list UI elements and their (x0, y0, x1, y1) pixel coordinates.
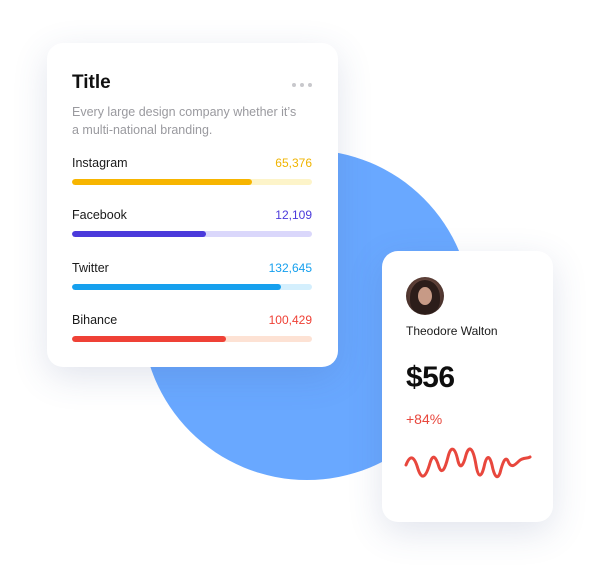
user-name: Theodore Walton (406, 324, 498, 338)
progress-track (72, 231, 312, 237)
stat-bihance: Bihance 100,429 (72, 313, 312, 342)
stat-label: Twitter (72, 261, 109, 275)
trend-sparkline-icon (404, 447, 532, 479)
progress-fill (72, 231, 207, 237)
progress-fill (72, 284, 281, 290)
stat-label: Bihance (72, 313, 118, 327)
stat-facebook: Facebook 12,109 (72, 208, 312, 237)
amount-value: $56 (406, 361, 455, 394)
dot (300, 83, 304, 87)
profile-card: Theodore Walton $56 +84% (382, 251, 553, 522)
stat-label: Facebook (72, 208, 127, 222)
stat-label: Instagram (72, 156, 128, 170)
dot (308, 83, 312, 87)
sparkline-path (404, 447, 532, 479)
progress-fill (72, 179, 252, 185)
progress-track (72, 336, 312, 342)
card-title: Title (72, 72, 111, 93)
stat-twitter: Twitter 132,645 (72, 261, 312, 290)
percent-change: +84% (406, 411, 443, 427)
user-avatar[interactable] (406, 277, 444, 315)
progress-track (72, 284, 312, 290)
stat-value: 132,645 (268, 261, 312, 275)
stat-value: 12,109 (275, 208, 312, 222)
stat-value: 65,376 (275, 156, 312, 170)
card-description: Every large design company whether it’s … (72, 105, 297, 137)
more-horizontal-icon[interactable] (292, 82, 312, 88)
avatar-face (418, 287, 432, 305)
stage: Title Every large design company whether… (0, 0, 601, 572)
stat-value: 100,429 (268, 313, 312, 327)
stat-instagram: Instagram 65,376 (72, 156, 312, 185)
progress-fill (72, 336, 226, 342)
dot (292, 83, 296, 87)
progress-track (72, 179, 312, 185)
stats-card: Title Every large design company whether… (47, 43, 338, 367)
